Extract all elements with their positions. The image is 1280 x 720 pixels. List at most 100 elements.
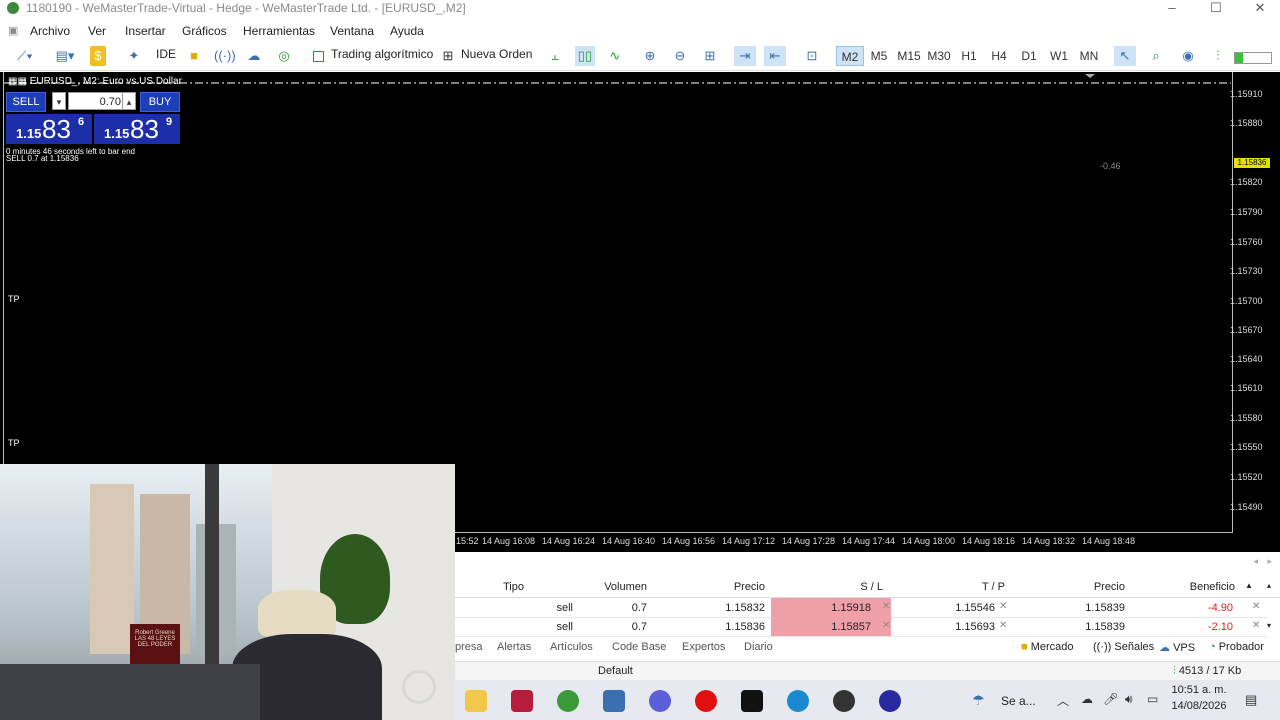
scroll-down-icon[interactable]: ▾ (1267, 621, 1271, 630)
candles-icon[interactable]: ▯▯ (575, 46, 595, 66)
menu-ver[interactable]: Ver (88, 24, 106, 38)
menu-graficos[interactable]: Gráficos (182, 24, 227, 38)
menu-herramientas[interactable]: Herramientas (243, 24, 315, 38)
notepad-icon[interactable] (603, 690, 625, 712)
file-explorer-icon[interactable] (465, 690, 487, 712)
account-icon[interactable]: ◉ (1178, 46, 1198, 66)
screenshot-icon[interactable]: ⊡ (802, 46, 822, 66)
tray-chevron-icon[interactable]: ︿ (1057, 692, 1069, 709)
new-order-icon[interactable]: ⊞ (440, 46, 456, 66)
notifications-icon[interactable]: ▤ (1245, 692, 1257, 708)
autoscroll-icon[interactable]: ⇥ (734, 46, 756, 66)
algo-trading-icon[interactable] (313, 51, 324, 62)
tray-onedrive-icon[interactable]: ☁ (1081, 692, 1093, 706)
obs-icon[interactable] (833, 690, 855, 712)
metatrader-icon[interactable] (557, 690, 579, 712)
lot-increase-button[interactable]: ▴ (122, 92, 136, 110)
tab-alertas[interactable]: Alertas (497, 641, 531, 653)
timeframe-mn[interactable]: MN (1076, 46, 1102, 66)
profiles-icon[interactable]: $ (90, 46, 106, 66)
algo-trading-button[interactable]: Trading algorítmico (331, 47, 433, 61)
tp-remove-icon[interactable]: ✕ (999, 620, 1007, 631)
col-precio[interactable]: Precio (685, 581, 765, 593)
zoom-in-icon[interactable]: ⊕ (640, 46, 660, 66)
volume-icon[interactable]: 🔊︎ (1125, 692, 1133, 707)
bar-chart-icon[interactable]: ⫠ (545, 46, 565, 66)
vps-icon[interactable]: ◎ (274, 46, 294, 66)
sl-remove-icon[interactable]: ✕ (882, 601, 890, 612)
navigator-icon[interactable]: ✦ (124, 46, 144, 66)
close-position-icon[interactable]: ✕ (1252, 601, 1260, 612)
tab-diario[interactable]: Diario (744, 641, 773, 653)
buy-price-box[interactable]: 1.15 83 9 (94, 114, 180, 144)
timeframe-m30[interactable]: M30 (926, 46, 952, 66)
tab-mercado[interactable]: ■ Mercado (1021, 641, 1074, 653)
weather-text[interactable]: Se a... (1001, 694, 1036, 708)
menu-app-icon[interactable]: ▣ (8, 24, 18, 37)
market-icon[interactable]: ■ (186, 46, 202, 66)
app-blue-icon[interactable] (879, 690, 901, 712)
chart-type-icon[interactable]: ⟋▾ (10, 46, 40, 66)
col-beneficio[interactable]: Beneficio (1155, 581, 1235, 593)
col-sl[interactable]: S / L (795, 581, 883, 593)
new-order-button[interactable]: Nueva Orden (461, 47, 532, 61)
sell-button[interactable]: SELL (6, 92, 46, 112)
clock-date[interactable]: 14/08/2026 (1169, 700, 1229, 712)
tab-articulos[interactable]: Artículos (550, 641, 593, 653)
sl-remove-icon[interactable]: ✕ (882, 620, 890, 631)
clock-time[interactable]: 10:51 a. m. (1169, 684, 1229, 696)
tp-remove-icon[interactable]: ✕ (999, 601, 1007, 612)
col-tipo[interactable]: Tipo (503, 581, 573, 593)
menu-insertar[interactable]: Insertar (125, 24, 166, 38)
chart-shift-icon[interactable]: ⇤ (764, 46, 786, 66)
close-button[interactable]: ✕ (1240, 0, 1280, 16)
panel-scroll-right-icon[interactable]: ▸ (1267, 556, 1272, 567)
col-tp[interactable]: T / P (915, 581, 1005, 593)
tab-empresa[interactable]: presa (455, 641, 483, 653)
opera-icon[interactable] (695, 690, 717, 712)
close-position-icon[interactable]: ✕ (1252, 620, 1260, 631)
zoom-out-icon[interactable]: ⊖ (670, 46, 690, 66)
signals-icon[interactable]: ((·)) (214, 46, 236, 66)
grid-icon[interactable]: ⊞ (700, 46, 720, 66)
position-row[interactable]: sell 0.7 1.15832 1.15918 1.15546 1.15839 -4.90… (455, 598, 1267, 618)
tiktok-icon[interactable] (741, 690, 763, 712)
panel-scroll-left-icon[interactable]: ◂ (1253, 556, 1258, 567)
timeframe-d1[interactable]: D1 (1016, 46, 1042, 66)
battery-icon[interactable]: ▭ (1147, 692, 1158, 706)
sell-price-box[interactable]: 1.15 83 6 (6, 114, 92, 144)
discord-icon[interactable] (649, 690, 671, 712)
buy-button[interactable]: BUY (140, 92, 180, 112)
tab-senales[interactable]: ((·)) Señales (1093, 641, 1154, 653)
sort-up-icon[interactable]: ▲ (1245, 581, 1253, 590)
menu-ayuda[interactable]: Ayuda (390, 24, 424, 38)
cursor-icon[interactable]: ↖ (1114, 46, 1136, 66)
line-chart-icon[interactable]: ∿ (605, 46, 625, 66)
tab-code-base[interactable]: Code Base (612, 641, 666, 653)
maximize-button[interactable]: ☐ (1196, 0, 1236, 16)
search-icon[interactable]: ⌕ (1146, 46, 1166, 66)
lot-decrease-button[interactable]: ▾ (52, 92, 66, 110)
timeframe-m15[interactable]: M15 (896, 46, 922, 66)
timeframe-w1[interactable]: W1 (1046, 46, 1072, 66)
ide-button[interactable]: IDE (156, 47, 176, 61)
scroll-up-icon[interactable]: ▴ (1267, 581, 1271, 590)
tab-vps[interactable]: ☁ VPS (1159, 641, 1195, 654)
weather-icon[interactable]: ☂ (972, 692, 985, 709)
timeframe-h1[interactable]: H1 (956, 46, 982, 66)
timeframe-m2[interactable]: M2 (836, 46, 864, 66)
minimize-button[interactable]: – (1152, 0, 1192, 16)
menu-ventana[interactable]: Ventana (330, 24, 374, 38)
edge-icon[interactable] (787, 690, 809, 712)
app-red-icon[interactable] (511, 690, 533, 712)
timeframe-h4[interactable]: H4 (986, 46, 1012, 66)
col-volumen[interactable]: Volumen (575, 581, 647, 593)
menu-archivo[interactable]: Archivo (30, 24, 70, 38)
col-precio-actual[interactable]: Precio (1045, 581, 1125, 593)
cloud-icon[interactable]: ☁ (244, 46, 264, 66)
microphone-icon[interactable]: 🎤︎ (1103, 692, 1118, 706)
timeframe-m5[interactable]: M5 (866, 46, 892, 66)
tab-probador[interactable]: ◔ Probador (1209, 641, 1264, 653)
position-row[interactable]: sell 0.7 1.15836 1.15857 1.15693 1.15839 -2.10… (455, 617, 1267, 637)
tab-expertos[interactable]: Expertos (682, 641, 725, 653)
